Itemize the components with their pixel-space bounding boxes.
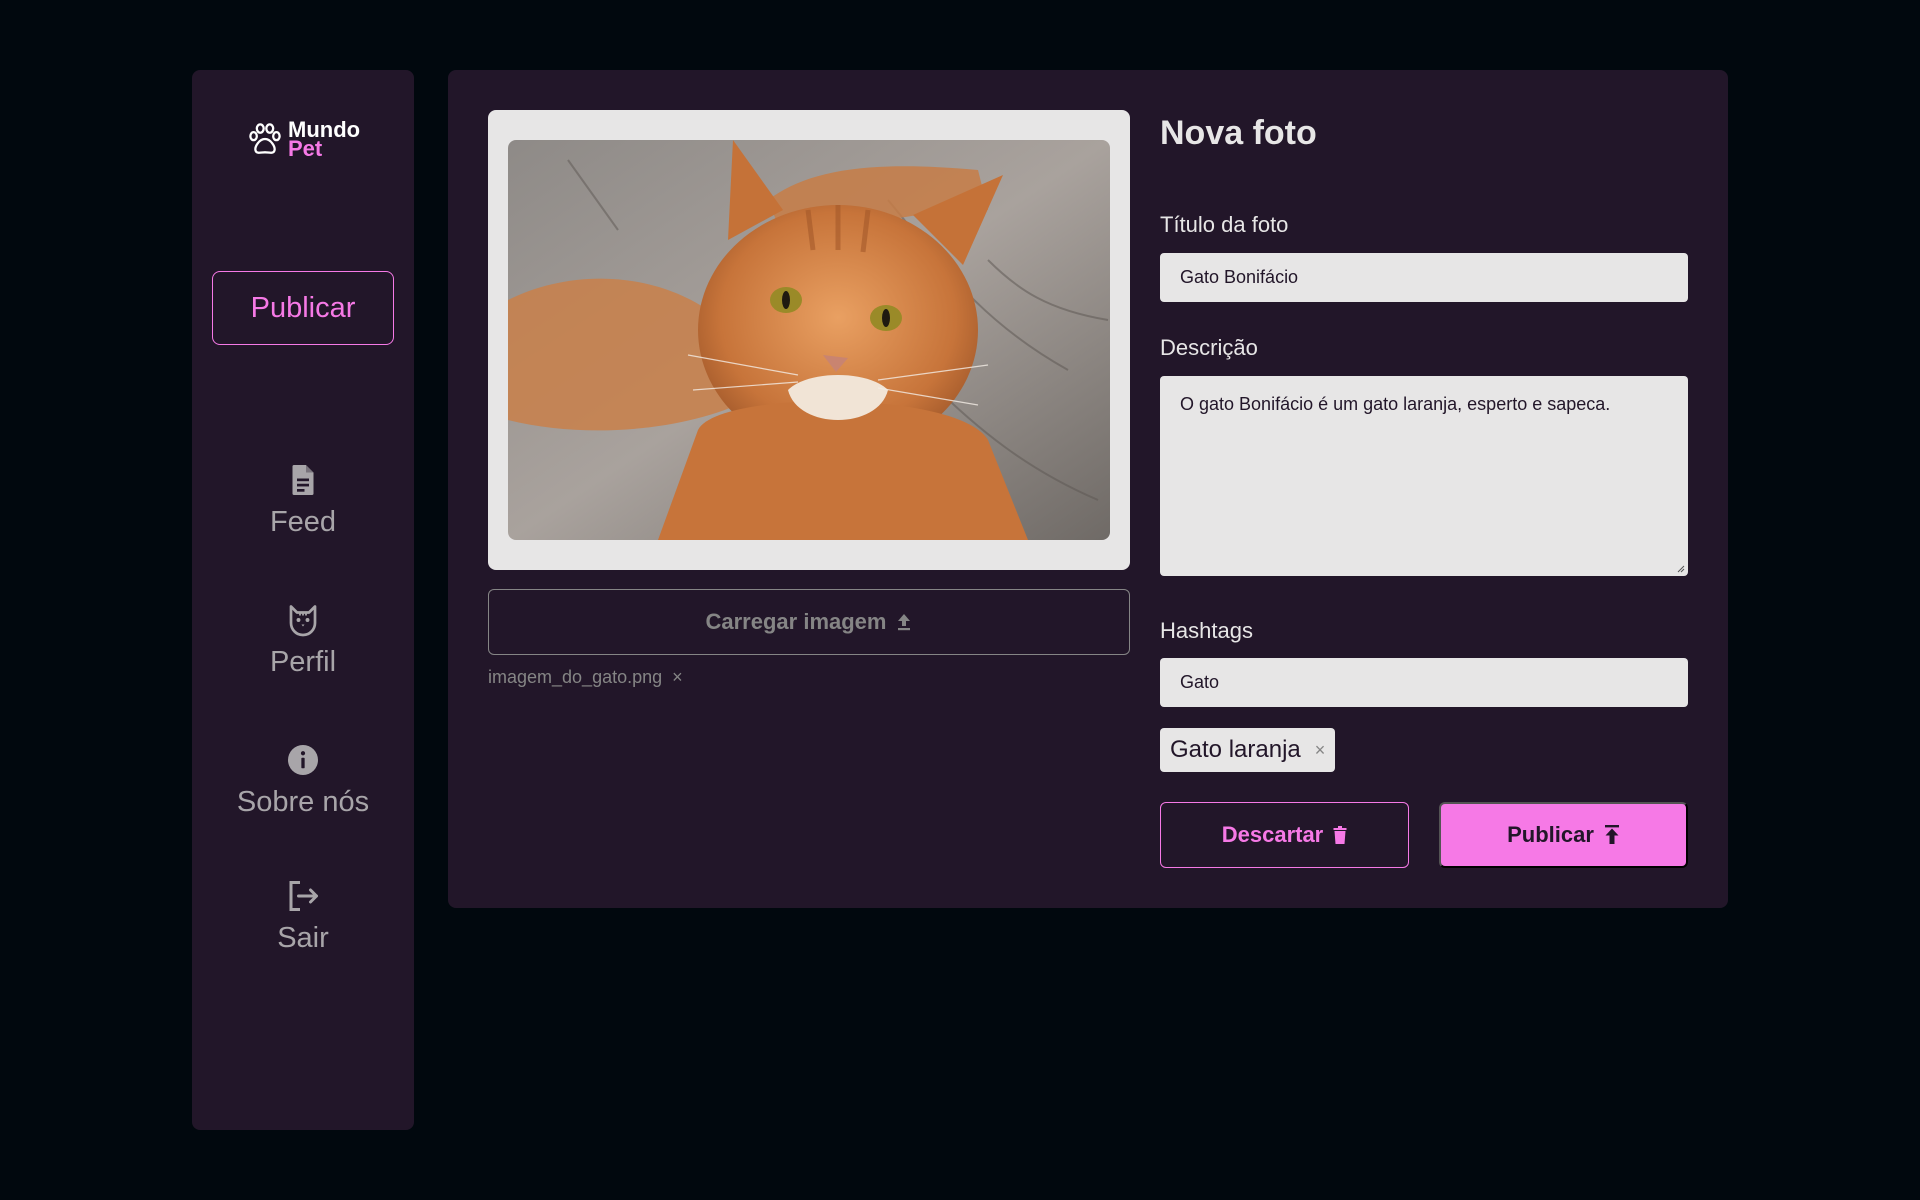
discard-button-label: Descartar	[1221, 822, 1324, 847]
page-title: Nova foto	[1160, 114, 1317, 152]
image-preview-card	[488, 110, 1130, 570]
logout-icon	[289, 881, 318, 911]
description-field-label: Descrição	[1160, 335, 1258, 360]
logo[interactable]: Mundo Pet	[246, 119, 360, 161]
sidebar-item-sair[interactable]: Sair	[192, 878, 414, 955]
selected-file: imagem_do_gato.png ×	[488, 667, 683, 688]
title-field-label: Título da foto	[1160, 212, 1289, 237]
sidebar-item-perfil[interactable]: Perfil	[192, 602, 414, 679]
upload-icon	[898, 614, 911, 631]
remove-tag-icon[interactable]: ×	[1315, 740, 1326, 761]
cat-photo	[508, 140, 1110, 540]
publish-button[interactable]: Publicar	[1439, 802, 1688, 868]
sidebar-item-label: Publicar	[250, 291, 356, 324]
hashtag-chip: Gato laranja ×	[1160, 728, 1336, 772]
upload-image-label: Carregar imagem	[705, 609, 887, 634]
hashtag-chip-label: Gato laranja	[1170, 736, 1301, 763]
description-field-value: O gato Bonifácio é um gato laranja, espe…	[1180, 394, 1611, 414]
sidebar-item-publicar[interactable]: Publicar	[212, 271, 394, 345]
document-icon	[292, 465, 314, 495]
sidebar-item-label: Perfil	[269, 646, 337, 678]
file-name: imagem_do_gato.png	[488, 667, 663, 687]
resize-handle-icon[interactable]	[1675, 563, 1685, 573]
hashtags-field-label: Hashtags	[1160, 618, 1253, 643]
sidebar: Mundo Pet Publicar Feed Perfil Sobre nós…	[192, 70, 414, 1130]
sidebar-item-label: Feed	[269, 506, 337, 538]
paw-icon	[249, 123, 281, 154]
new-photo-panel: Carregar imagem imagem_do_gato.png × Nov…	[448, 70, 1728, 908]
title-field[interactable]: Gato Bonifácio	[1160, 253, 1688, 302]
upload-bar-icon	[1604, 825, 1619, 844]
remove-file-icon[interactable]: ×	[672, 667, 683, 688]
hashtags-field-value: Gato	[1180, 672, 1220, 692]
sidebar-item-label: Sobre nós	[236, 786, 370, 818]
publish-button-label: Publicar	[1507, 822, 1594, 847]
logo-word-pet: Pet	[288, 136, 323, 161]
upload-image-button[interactable]: Carregar imagem	[488, 589, 1130, 655]
discard-button[interactable]: Descartar	[1160, 802, 1409, 868]
sidebar-item-label: Sair	[277, 922, 329, 954]
hashtags-field[interactable]: Gato	[1160, 658, 1688, 707]
description-field[interactable]: O gato Bonifácio é um gato laranja, espe…	[1160, 376, 1688, 576]
sidebar-item-feed[interactable]: Feed	[192, 462, 414, 539]
sidebar-item-sobre-nos[interactable]: Sobre nós	[192, 742, 414, 819]
title-field-value: Gato Bonifácio	[1180, 267, 1299, 287]
cat-face-icon	[289, 605, 317, 637]
info-icon	[288, 745, 318, 775]
trash-icon	[1333, 826, 1347, 844]
